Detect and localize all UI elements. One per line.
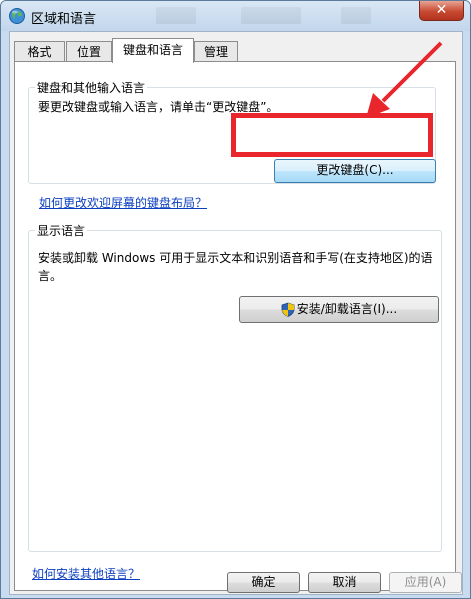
tab-keyboard-language[interactable]: 键盘和语言 [112, 38, 194, 63]
annotation-arrow [366, 41, 443, 118]
dialog-window: 区域和语言 ✕ 格式 位置 键盘和语言 管理 键盘和其他输入语言 要更改键盘或输… [0, 0, 471, 599]
